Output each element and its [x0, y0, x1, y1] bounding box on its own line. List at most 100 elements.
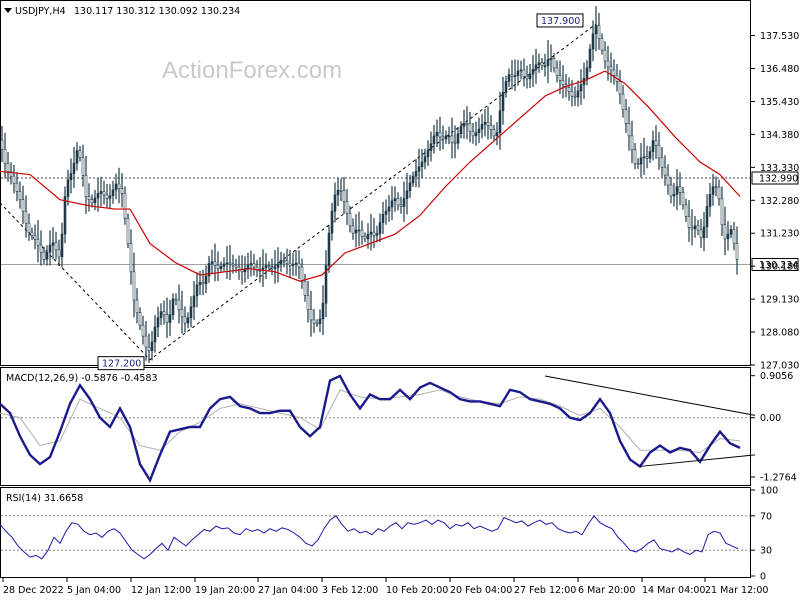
macd-y-tick-label: 0.00	[760, 413, 781, 424]
candle-body	[405, 190, 409, 199]
candle-body	[183, 316, 187, 324]
candle-body	[486, 121, 490, 126]
candle-body	[609, 66, 613, 71]
candle-body	[351, 225, 355, 234]
candle-body	[498, 110, 502, 134]
candle-body	[36, 238, 40, 246]
candle-body	[690, 227, 694, 230]
candle-body	[63, 196, 67, 235]
candle-body	[654, 140, 658, 146]
macd-panel-frame	[0, 367, 751, 486]
x-tick-label: 5 Jan 04:00	[67, 585, 121, 596]
candle-body	[426, 150, 430, 158]
price-y-tick-label: 132.280	[760, 196, 799, 207]
candle-body	[39, 244, 43, 253]
x-tick-label: 14 Mar 04:00	[642, 585, 705, 596]
candle-body	[603, 49, 607, 62]
candle-body	[387, 206, 391, 212]
candle-body	[573, 95, 577, 98]
candle-body	[462, 123, 466, 127]
candle-body	[474, 132, 478, 137]
candle-body	[438, 131, 442, 138]
candle-body	[345, 201, 349, 214]
macd-y-tick-label: -1.2764	[760, 472, 797, 483]
candle-body	[390, 200, 394, 208]
macd-y-tick-label: 0.9056	[760, 371, 793, 382]
candle-body	[252, 263, 256, 268]
candle-body	[288, 262, 292, 266]
candle-body	[219, 266, 223, 269]
candle-body	[708, 194, 712, 207]
candle-body	[447, 135, 451, 138]
macd-panel-header: MACD(12,26,9) -0.5876 -0.4583	[6, 373, 158, 384]
candle-body	[210, 261, 214, 264]
candle-body	[204, 275, 208, 285]
candle-body	[618, 81, 622, 95]
candle-body	[669, 184, 673, 197]
candle-body	[480, 124, 484, 130]
candle-body	[72, 162, 76, 174]
x-tick-label: 27 Jan 04:00	[258, 585, 318, 596]
candle-body	[162, 311, 166, 315]
candle-body	[549, 58, 553, 60]
candle-body	[111, 189, 115, 197]
candle-body	[675, 186, 679, 195]
candle-body	[540, 62, 544, 67]
candle-body	[99, 191, 103, 194]
candle-body	[273, 267, 277, 269]
candle-body	[84, 175, 88, 197]
candle-body	[342, 190, 346, 203]
candle-body	[600, 38, 604, 51]
candle-body	[216, 264, 220, 269]
candle-body	[453, 141, 457, 144]
rsi-panel-frame	[0, 487, 751, 578]
candle-body	[249, 263, 253, 266]
candle-body	[360, 229, 364, 237]
candle-body	[225, 262, 229, 265]
candle-body	[297, 262, 301, 268]
candle-body	[234, 264, 238, 268]
candle-body	[555, 67, 559, 77]
candle-body	[543, 65, 547, 68]
price-panel-header: USDJPY,H4	[15, 6, 66, 17]
candle-body	[522, 69, 526, 77]
candle-body	[507, 74, 511, 82]
x-tick-label: 28 Dec 2022	[3, 585, 64, 596]
candle-body	[417, 166, 421, 172]
candle-body	[180, 309, 184, 318]
candle-body	[729, 229, 733, 235]
candle-body	[189, 306, 193, 319]
candle-body	[282, 260, 286, 262]
candle-body	[699, 229, 703, 239]
candle-body	[57, 249, 61, 258]
candle-body	[6, 163, 10, 172]
candle-body	[315, 322, 319, 325]
candle-body	[168, 314, 172, 323]
candle-body	[489, 125, 493, 130]
candle-body	[294, 262, 298, 265]
candle-body	[60, 233, 64, 258]
candle-body	[531, 69, 535, 75]
candle-body	[132, 271, 136, 301]
candle-body	[639, 157, 643, 165]
candle-body	[105, 194, 109, 199]
candle-body	[21, 199, 25, 212]
candle-body	[576, 90, 580, 98]
candle-body	[18, 191, 22, 200]
candle-body	[30, 231, 34, 237]
candle-body	[552, 58, 556, 69]
candle-body	[642, 156, 646, 159]
candle-body	[198, 281, 202, 286]
candle-body	[630, 135, 634, 150]
candle-body	[201, 281, 205, 285]
price-y-tick-label: 127.030	[760, 361, 799, 372]
candle-body	[732, 229, 736, 244]
candle-body	[138, 312, 142, 326]
candle-body	[672, 194, 676, 197]
candle-body	[279, 260, 283, 265]
candle-body	[717, 186, 721, 200]
candle-body	[69, 173, 73, 181]
candle-body	[372, 231, 376, 236]
rsi-y-tick-label: 100	[760, 486, 778, 497]
candle-body	[585, 67, 589, 79]
